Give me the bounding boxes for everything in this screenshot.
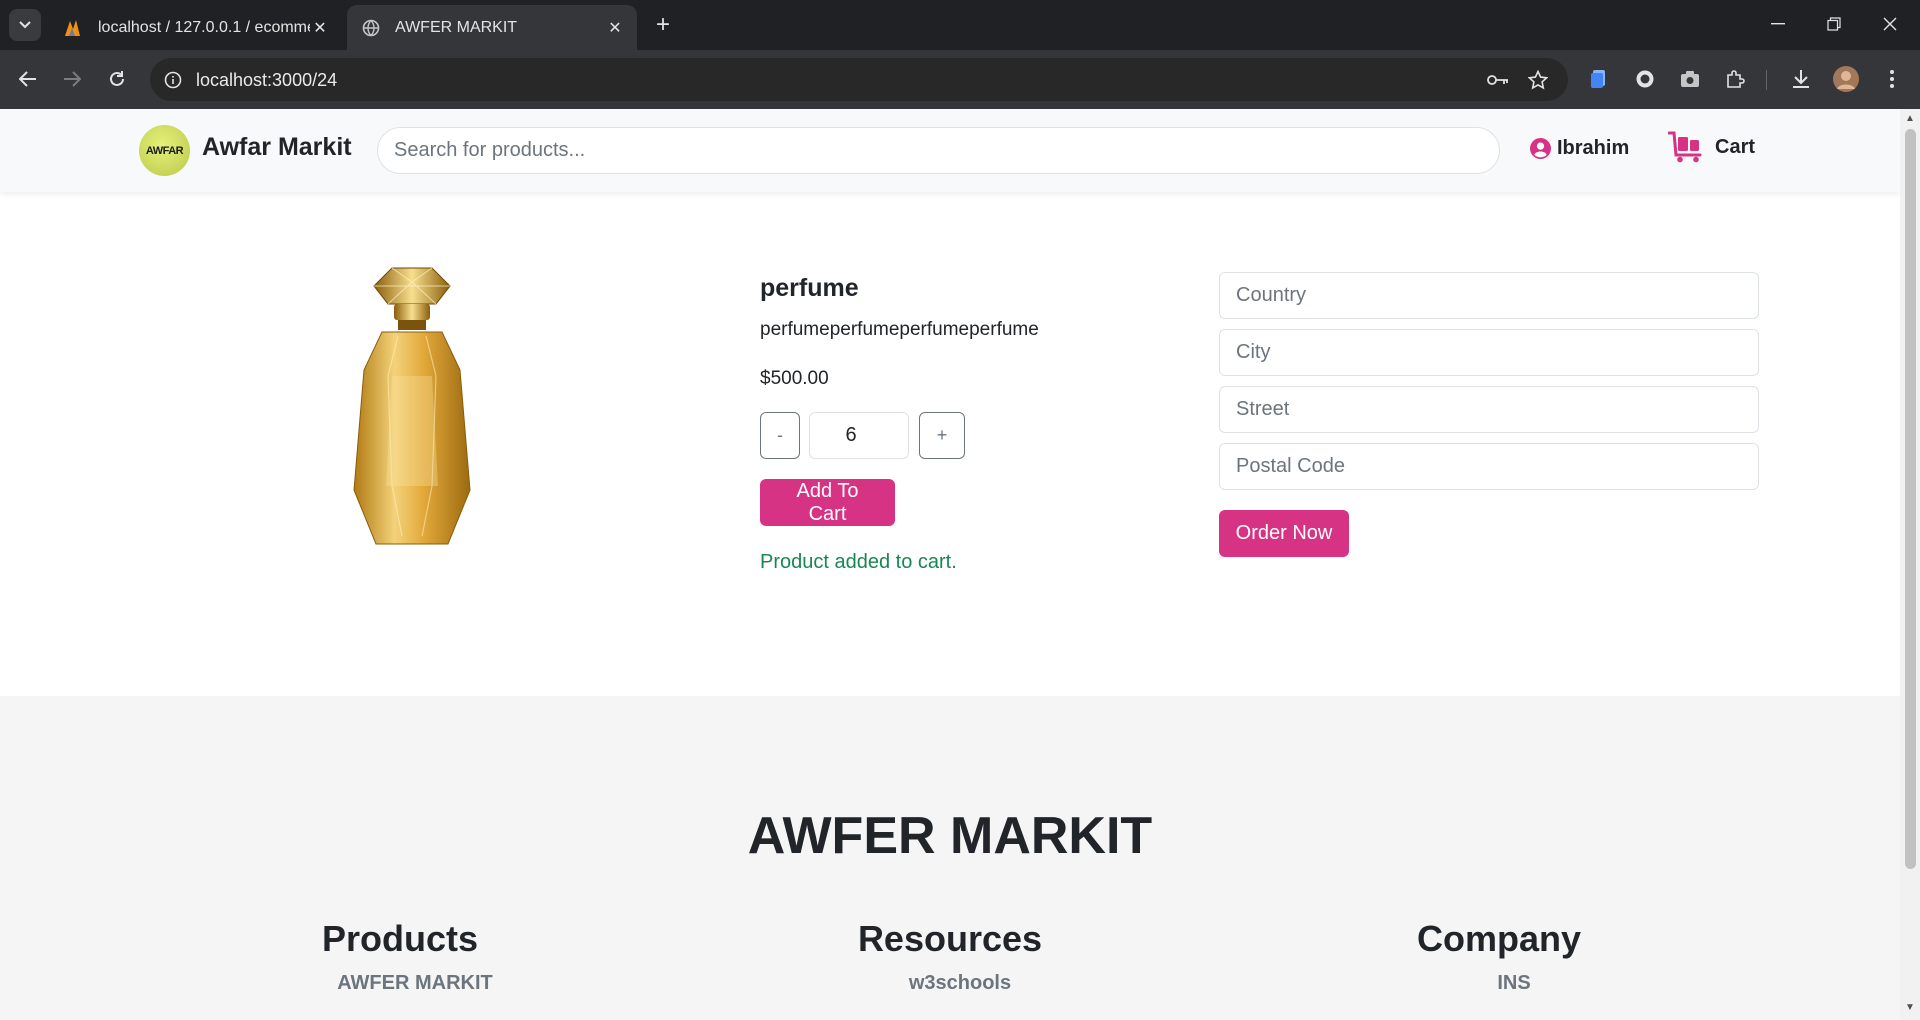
- extensions-puzzle-icon[interactable]: [1720, 64, 1750, 94]
- extension-docs-icon[interactable]: [1584, 64, 1614, 94]
- arrow-left-icon: [19, 71, 36, 87]
- postal-code-field[interactable]: [1219, 443, 1759, 490]
- scroll-down-arrow[interactable]: ▼: [1904, 1002, 1916, 1014]
- quantity-decrement-button[interactable]: -: [760, 412, 800, 459]
- cart-status-message: Product added to cart.: [760, 551, 957, 573]
- city-field[interactable]: [1219, 329, 1759, 376]
- profile-avatar-icon[interactable]: [1831, 64, 1861, 94]
- browser-tab-strip: localhost / 127.0.0.1 / ecommer ✕ AWFER …: [0, 0, 1920, 50]
- add-to-cart-button[interactable]: Add To Cart: [760, 479, 895, 526]
- browser-menu-icon[interactable]: [1877, 64, 1907, 94]
- street-field[interactable]: [1219, 386, 1759, 433]
- tab-search-button[interactable]: [9, 9, 41, 41]
- product-description: perfumeperfumeperfumeperfume: [760, 319, 1039, 340]
- product-price: $500.00: [760, 368, 829, 389]
- logo-text: AWFAR: [145, 144, 184, 157]
- footer-column-company: Company INS: [1349, 918, 1649, 995]
- footer-title: AWFER MARKIT: [747, 807, 1153, 865]
- site-footer: AWFER MARKIT Products AWFER MARKIT Resou…: [0, 696, 1900, 1020]
- product-name: perfume: [760, 274, 859, 302]
- toolbar-divider: [1766, 70, 1767, 90]
- globe-icon: [361, 18, 381, 38]
- footer-heading: Products: [321, 918, 479, 959]
- address-bar[interactable]: localhost:3000/24: [150, 58, 1568, 101]
- user-name: Ibrahim: [1557, 137, 1630, 159]
- reload-icon: [110, 71, 124, 86]
- reload-button[interactable]: [101, 63, 133, 95]
- window-close-button[interactable]: [1870, 8, 1910, 40]
- scrollbar-thumb[interactable]: [1905, 129, 1916, 869]
- footer-link[interactable]: w3schools: [820, 972, 1100, 995]
- arrow-right-icon: [64, 71, 81, 87]
- footer-column-products: Products AWFER MARKIT: [250, 918, 550, 995]
- product-image: [322, 256, 502, 556]
- bookmark-star-icon[interactable]: [1526, 68, 1550, 92]
- search-input[interactable]: [377, 127, 1500, 174]
- user-circle-icon: [1530, 138, 1551, 159]
- cart-icon: [1668, 131, 1702, 163]
- download-icon[interactable]: [1786, 64, 1816, 94]
- close-icon[interactable]: ✕: [605, 18, 625, 38]
- site-info-icon[interactable]: [158, 65, 188, 95]
- site-header: AWFAR Awfar Markit Ibrahim Cart: [0, 109, 1900, 192]
- new-tab-button[interactable]: +: [650, 11, 676, 38]
- cart-label: Cart: [1715, 135, 1756, 158]
- footer-heading: Resources: [857, 918, 1043, 959]
- browser-toolbar: localhost:3000/24: [0, 50, 1920, 109]
- site-logo[interactable]: AWFAR: [139, 125, 190, 176]
- footer-heading: Company: [1416, 918, 1582, 959]
- quantity-increment-button[interactable]: +: [919, 412, 965, 459]
- footer-column-resources: Resources w3schools: [800, 918, 1100, 995]
- tab-awfer-markit[interactable]: AWFER MARKIT ✕: [347, 5, 637, 50]
- footer-link[interactable]: AWFER MARKIT: [280, 972, 550, 995]
- user-link[interactable]: Ibrahim: [1530, 137, 1629, 160]
- phpmyadmin-icon: [64, 18, 84, 38]
- forward-button[interactable]: [56, 63, 88, 95]
- page-scrollbar[interactable]: ▲ ▼: [1900, 109, 1920, 1020]
- footer-link[interactable]: INS: [1379, 972, 1649, 995]
- tab-title: AWFER MARKIT: [395, 18, 518, 36]
- scroll-up-arrow[interactable]: ▲: [1904, 113, 1916, 125]
- order-now-button[interactable]: Order Now: [1219, 510, 1349, 557]
- minimize-button[interactable]: [1758, 8, 1798, 40]
- extension-circle-icon[interactable]: [1630, 64, 1660, 94]
- chevron-down-icon: [19, 21, 31, 29]
- country-field[interactable]: [1219, 272, 1759, 319]
- password-key-icon[interactable]: [1486, 68, 1510, 92]
- back-button[interactable]: [12, 63, 44, 95]
- url-text[interactable]: localhost:3000/24: [196, 70, 337, 91]
- brand-name[interactable]: Awfar Markit: [202, 133, 352, 162]
- cart-link[interactable]: Cart: [1668, 131, 1755, 163]
- quantity-input[interactable]: [809, 412, 909, 459]
- close-icon[interactable]: ✕: [310, 18, 330, 38]
- page-viewport: AWFAR Awfar Markit Ibrahim Cart: [0, 109, 1900, 1020]
- tab-title: localhost / 127.0.0.1 / ecommer: [98, 18, 310, 36]
- screenshot-camera-icon[interactable]: [1675, 64, 1705, 94]
- restore-button[interactable]: [1814, 8, 1854, 40]
- tab-phpmyadmin[interactable]: localhost / 127.0.0.1 / ecommer ✕: [50, 5, 342, 50]
